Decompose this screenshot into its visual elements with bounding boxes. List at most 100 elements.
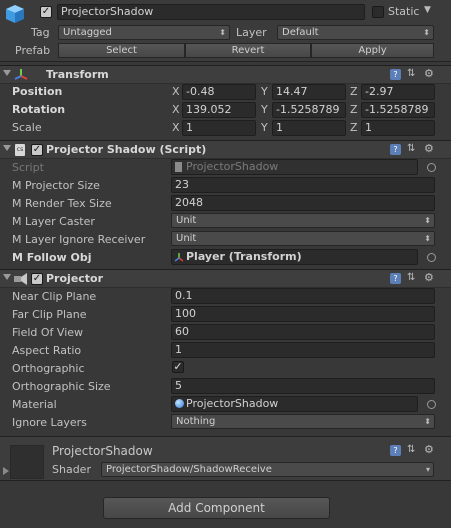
object-picker-icon[interactable]: [427, 253, 436, 262]
foldout-arrow-icon[interactable]: [3, 467, 9, 475]
position-z-field[interactable]: -2.97: [361, 84, 435, 100]
far-clip-plane-field[interactable]: 100: [171, 306, 435, 322]
transform-title: Transform: [46, 68, 109, 81]
m-layer-ignore-receiver-label: M Layer Ignore Receiver: [12, 233, 146, 246]
m-follow-obj-field[interactable]: Player (Transform): [171, 249, 418, 265]
transform-header[interactable]: Transform ? ⇅ ⚙: [0, 65, 451, 84]
presets-icon[interactable]: ⇅: [407, 144, 418, 155]
projector-title: Projector: [46, 272, 104, 285]
orthographic-checkbox[interactable]: ✓: [172, 361, 184, 373]
rotation-y-field[interactable]: -1.5258789: [272, 102, 346, 118]
object-picker-icon[interactable]: [427, 400, 436, 409]
m-render-tex-size-label: M Render Tex Size: [12, 197, 112, 210]
ignore-layers-dropdown[interactable]: Nothing ⬍: [171, 414, 435, 429]
projector-enabled-checkbox[interactable]: ✓: [31, 273, 43, 285]
y-axis-label[interactable]: Y: [261, 121, 268, 134]
material-thumbnail: [10, 445, 44, 479]
m-render-tex-size-field[interactable]: 2048: [171, 195, 435, 211]
material-preview-name: ProjectorShadow: [52, 444, 153, 458]
shader-dropdown[interactable]: ProjectorShadow/ShadowReceive ▾: [101, 462, 434, 477]
script-label: Script: [12, 161, 44, 174]
material-field[interactable]: ProjectorShadow: [171, 396, 418, 412]
orthographic-label: Orthographic: [12, 362, 85, 375]
layer-dropdown[interactable]: Default ⬍: [277, 25, 434, 40]
gameobject-name-field[interactable]: ProjectorShadow: [57, 4, 365, 20]
aspect-ratio-field[interactable]: 1: [171, 342, 435, 358]
m-layer-ignore-receiver-dropdown[interactable]: Unit ⬍: [171, 231, 435, 246]
presets-icon[interactable]: ⇅: [407, 69, 418, 80]
presets-icon[interactable]: ⇅: [407, 273, 418, 284]
x-axis-label[interactable]: X: [172, 121, 180, 134]
material-label: Material: [12, 398, 57, 411]
chevron-icon: ▾: [425, 465, 430, 474]
gameobject-cube-icon: [4, 3, 26, 25]
y-axis-label[interactable]: Y: [261, 85, 268, 98]
prefab-apply-button[interactable]: Apply: [311, 43, 434, 58]
near-clip-plane-field[interactable]: 0.1: [171, 288, 435, 304]
material-sphere-icon: [175, 399, 184, 408]
position-y-field[interactable]: 14.47: [272, 84, 346, 100]
foldout-arrow-icon[interactable]: [3, 274, 11, 280]
static-dropdown-arrow[interactable]: ▼: [424, 5, 431, 15]
x-axis-label[interactable]: X: [172, 85, 180, 98]
gear-icon[interactable]: ⚙: [424, 68, 435, 80]
gear-icon[interactable]: ⚙: [424, 272, 435, 284]
object-picker-icon[interactable]: [427, 163, 436, 172]
tag-label: Tag: [31, 26, 50, 39]
projector-header[interactable]: ✓ Projector ? ⇅ ⚙: [0, 269, 451, 288]
m-layer-caster-label: M Layer Caster: [12, 215, 95, 228]
z-axis-label[interactable]: Z: [350, 103, 358, 116]
chevron-icon: ⬍: [423, 28, 430, 37]
scale-z-field[interactable]: 1: [361, 120, 435, 136]
script-enabled-checkbox[interactable]: ✓: [31, 144, 43, 156]
aspect-ratio-label: Aspect Ratio: [12, 344, 82, 357]
active-checkbox[interactable]: ✓: [40, 6, 52, 18]
gear-icon[interactable]: ⚙: [424, 143, 435, 155]
foldout-arrow-icon[interactable]: [3, 145, 11, 151]
script-object-field: ProjectorShadow: [171, 159, 418, 175]
chevron-icon: ⬍: [424, 234, 431, 243]
near-clip-plane-label: Near Clip Plane: [12, 290, 97, 303]
m-layer-caster-dropdown[interactable]: Unit ⬍: [171, 213, 435, 228]
position-x-field[interactable]: -0.48: [182, 84, 256, 100]
rotation-label: Rotation: [12, 103, 66, 116]
script-icon: cs: [15, 144, 25, 156]
add-component-button[interactable]: Add Component: [103, 497, 330, 519]
script-file-icon: [175, 162, 182, 172]
shader-label: Shader: [52, 463, 91, 476]
scale-x-field[interactable]: 1: [182, 120, 256, 136]
field-of-view-field[interactable]: 60: [171, 324, 435, 340]
prefab-revert-button[interactable]: Revert: [185, 43, 311, 58]
static-checkbox[interactable]: [372, 6, 384, 18]
y-axis-label[interactable]: Y: [261, 103, 268, 116]
tag-dropdown[interactable]: Untagged ⬍: [58, 25, 230, 40]
chevron-icon: ⬍: [424, 417, 431, 426]
scale-label: Scale: [12, 121, 42, 134]
static-label: Static: [388, 5, 420, 18]
projector-component-icon: [14, 273, 27, 285]
help-icon[interactable]: ?: [390, 273, 401, 284]
orthographic-size-label: Orthographic Size: [12, 380, 111, 393]
ignore-layers-label: Ignore Layers: [12, 416, 87, 429]
z-axis-label[interactable]: Z: [350, 85, 358, 98]
rotation-z-field[interactable]: -1.5258789: [361, 102, 435, 118]
help-icon[interactable]: ?: [390, 144, 401, 155]
x-axis-label[interactable]: X: [172, 103, 180, 116]
prefab-label: Prefab: [15, 44, 51, 57]
scale-y-field[interactable]: 1: [272, 120, 346, 136]
gear-icon[interactable]: ⚙: [424, 444, 435, 456]
rotation-x-field[interactable]: 139.052: [182, 102, 256, 118]
presets-icon[interactable]: ⇅: [407, 445, 418, 456]
help-icon[interactable]: ?: [390, 445, 401, 456]
z-axis-label[interactable]: Z: [350, 121, 358, 134]
material-preview-section: ProjectorShadow ? ⇅ ⚙ Shader ProjectorSh…: [0, 436, 451, 481]
field-of-view-label: Field Of View: [12, 326, 84, 339]
orthographic-size-field[interactable]: 5: [171, 378, 435, 394]
prefab-select-button[interactable]: Select: [58, 43, 185, 58]
projector-shadow-script-header[interactable]: cs ✓ Projector Shadow (Script) ? ⇅ ⚙: [0, 140, 451, 159]
foldout-arrow-icon[interactable]: [3, 70, 11, 76]
projector-shadow-script-title: Projector Shadow (Script): [46, 143, 207, 156]
far-clip-plane-label: Far Clip Plane: [12, 308, 87, 321]
m-projector-size-field[interactable]: 23: [171, 177, 435, 193]
help-icon[interactable]: ?: [390, 69, 401, 80]
